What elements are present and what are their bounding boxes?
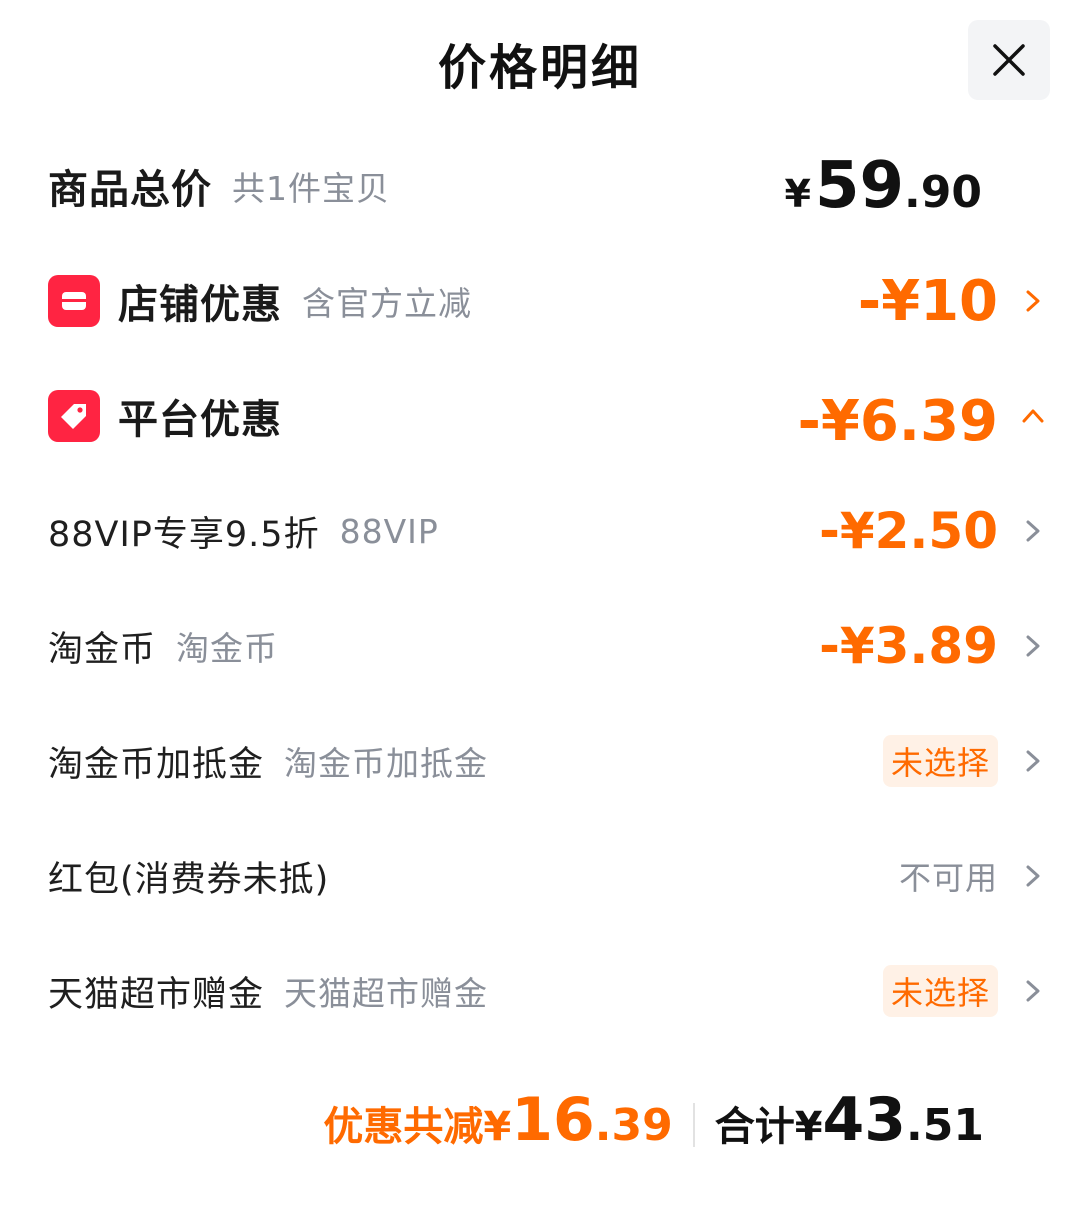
- page-title: 价格明细: [437, 40, 642, 96]
- item-label: 淘金币: [48, 629, 157, 670]
- status-badge: 未选择: [882, 735, 998, 787]
- store-discount-label: 店铺优惠: [118, 282, 282, 328]
- list-item[interactable]: 淘金币加抵金 淘金币加抵金 未选择: [0, 721, 1080, 801]
- chevron-right-icon: [1020, 863, 1080, 889]
- list-item[interactable]: 淘金币 淘金币 -¥3.89: [0, 606, 1080, 686]
- store-discount-note: 含官方立减: [302, 284, 472, 323]
- goods-total-price: ¥ 59 .90: [784, 149, 982, 223]
- store-discount-row[interactable]: 店铺优惠 含官方立减 -¥10: [0, 261, 1080, 341]
- close-button[interactable]: [968, 20, 1050, 100]
- goods-total-label: 商品总价: [48, 167, 212, 213]
- store-discount-value: -¥10: [857, 268, 998, 334]
- chevron-up-icon: [1020, 403, 1080, 429]
- list-item[interactable]: 88VIP专享9.5折 88VIP -¥2.50: [0, 491, 1080, 571]
- platform-discount-label: 平台优惠: [118, 397, 282, 443]
- item-label: 天猫超市赠金: [48, 974, 265, 1015]
- platform-discount-row[interactable]: 平台优惠 -¥6.39: [0, 376, 1080, 456]
- list-item[interactable]: 红包(消费券未抵) 不可用: [0, 836, 1080, 916]
- chevron-right-icon: [1020, 518, 1080, 544]
- status-badge: 未选择: [882, 965, 998, 1017]
- footer-summary: 优惠共减¥ 16 .39 合计¥ 43 .51: [323, 1085, 984, 1165]
- item-label: 88VIP专享9.5折: [48, 514, 320, 555]
- item-label: 红包(消费券未抵): [48, 859, 330, 900]
- close-icon: [993, 44, 1025, 76]
- chevron-right-icon: [1020, 633, 1080, 659]
- item-label: 淘金币加抵金: [48, 744, 265, 785]
- store-icon: [48, 275, 100, 327]
- item-note: 淘金币加抵金: [284, 744, 489, 783]
- item-note: 天猫超市赠金: [284, 974, 489, 1013]
- chevron-right-icon: [1020, 748, 1080, 774]
- list-item[interactable]: 天猫超市赠金 天猫超市赠金 未选择: [0, 951, 1080, 1031]
- item-note: 淘金币: [176, 629, 279, 668]
- tag-icon: [48, 390, 100, 442]
- goods-total-row: 商品总价 共1件宝贝 ¥ 59 .90: [0, 146, 1080, 226]
- total-saved: 优惠共减¥ 16 .39: [323, 1085, 673, 1155]
- platform-discount-value: -¥6.39: [797, 388, 998, 454]
- item-value: -¥2.50: [819, 502, 998, 560]
- status-text: 不可用: [898, 859, 998, 897]
- item-note: 88VIP: [339, 511, 439, 551]
- chevron-right-icon: [1020, 978, 1080, 1004]
- item-value: -¥3.89: [819, 617, 998, 675]
- chevron-right-icon: [1020, 288, 1080, 314]
- grand-total: 合计¥ 43 .51: [714, 1085, 984, 1155]
- goods-count-note: 共1件宝贝: [232, 169, 390, 208]
- divider: [692, 1103, 695, 1147]
